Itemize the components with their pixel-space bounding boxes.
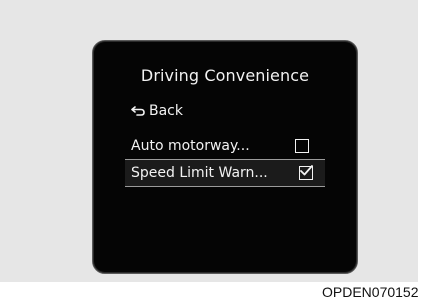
menu-item-label: Speed Limit Warn... xyxy=(131,165,268,181)
cluster-display: Driving Convenience Back Auto motorway..… xyxy=(92,40,358,274)
menu-item-auto-motorway[interactable]: Auto motorway... xyxy=(131,132,321,160)
menu-title: Driving Convenience xyxy=(140,66,310,85)
checkbox-icon[interactable] xyxy=(295,139,309,153)
back-button[interactable]: Back xyxy=(131,103,183,119)
back-arrow-icon xyxy=(131,105,145,117)
menu-item-speed-limit-warning[interactable]: Speed Limit Warn... xyxy=(125,159,325,187)
back-label: Back xyxy=(149,103,183,119)
figure-panel: Driving Convenience Back Auto motorway..… xyxy=(0,0,418,282)
figure-code: OPDEN070152 xyxy=(322,284,419,300)
menu-item-label: Auto motorway... xyxy=(131,138,250,154)
checkbox-checked-icon[interactable] xyxy=(299,165,313,180)
